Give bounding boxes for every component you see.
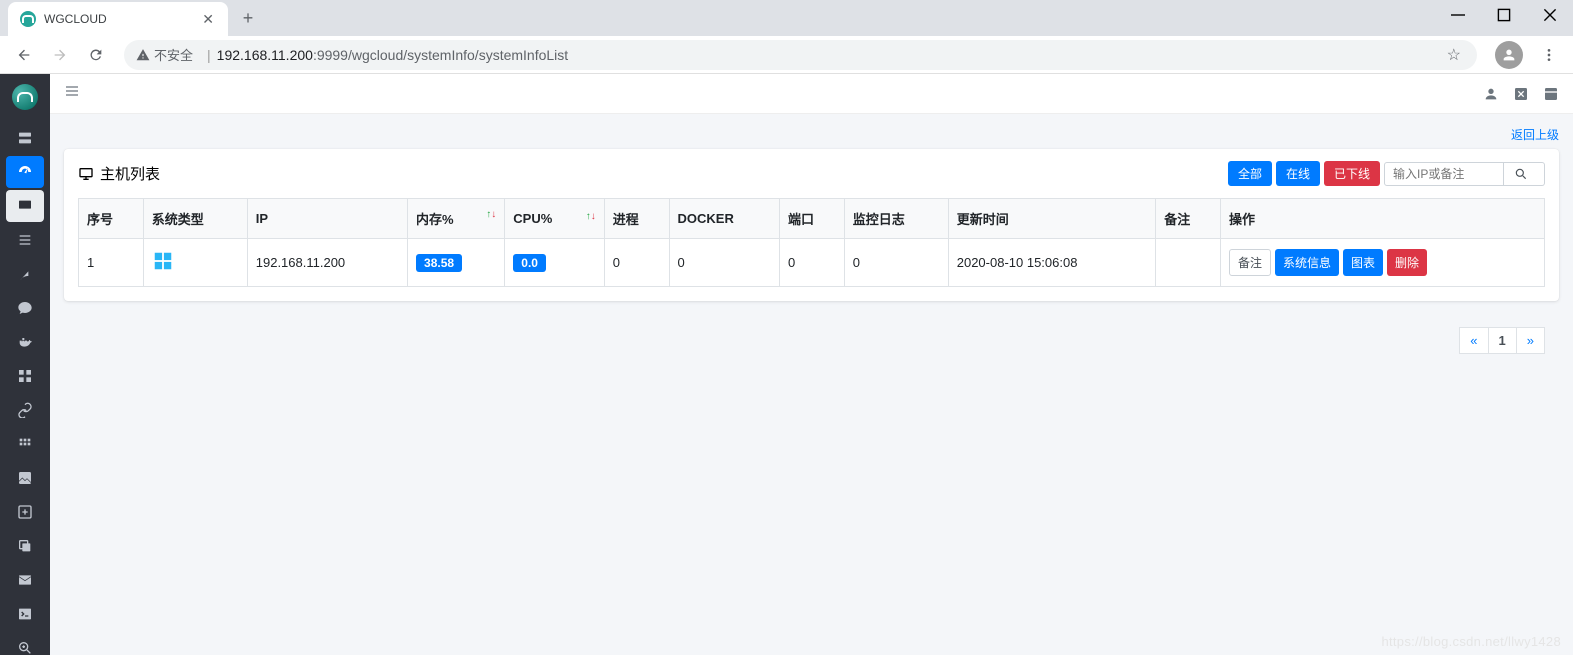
cell-remark [1156, 239, 1221, 287]
th-os-type: 系统类型 [143, 199, 247, 239]
cell-process: 0 [604, 239, 669, 287]
browser-tab[interactable]: WGCLOUD ✕ [8, 2, 228, 36]
topbar-user-icon[interactable] [1483, 86, 1499, 102]
page-number[interactable]: 1 [1488, 327, 1517, 354]
cell-ip: 192.168.11.200 [247, 239, 407, 287]
browser-menu-button[interactable] [1533, 47, 1565, 63]
sidebar-item-dashboard[interactable] [6, 156, 44, 188]
tab-title: WGCLOUD [44, 12, 200, 26]
card-title: 主机列表 [100, 163, 160, 184]
delete-button[interactable]: 删除 [1387, 249, 1427, 276]
sidebar-item-grid[interactable] [6, 360, 44, 392]
return-link-row: 返回上级 [64, 126, 1559, 143]
sort-icon: ↑↓ [486, 209, 496, 220]
cell-memory: 38.58 [408, 239, 505, 287]
host-table: 序号 系统类型 IP 内存%↑↓ CPU%↑↓ 进程 DOCKER 端口 监控日… [78, 198, 1545, 287]
sidebar-logo[interactable] [0, 74, 50, 120]
cell-cpu: 0.0 [505, 239, 604, 287]
chart-button[interactable]: 图表 [1343, 249, 1383, 276]
browser-toolbar: 不安全 | 192.168.11.200:9999/wgcloud/system… [0, 36, 1573, 74]
monitor-icon [78, 166, 94, 182]
sidebar-item-leaf[interactable] [6, 258, 44, 290]
return-link[interactable]: 返回上级 [1511, 128, 1559, 142]
window-close-button[interactable] [1527, 0, 1573, 30]
cell-log: 0 [844, 239, 948, 287]
sidebar-item-copy[interactable] [6, 530, 44, 562]
th-update-time: 更新时间 [948, 199, 1155, 239]
sidebar-item-chat[interactable] [6, 292, 44, 324]
sidebar-item-host[interactable] [6, 190, 44, 222]
search-input[interactable] [1384, 162, 1504, 186]
insecure-site-icon: 不安全 [136, 45, 193, 64]
cell-seq: 1 [79, 239, 144, 287]
th-remark: 备注 [1156, 199, 1221, 239]
insecure-label: 不安全 [154, 45, 193, 64]
window-controls [1435, 0, 1573, 30]
url-bar[interactable]: 不安全 | 192.168.11.200:9999/wgcloud/system… [124, 40, 1477, 70]
page-next[interactable]: » [1516, 327, 1545, 354]
topbar-expand-icon[interactable] [1543, 86, 1559, 102]
cell-os-type [143, 239, 247, 287]
profile-avatar-button[interactable] [1495, 41, 1523, 69]
filter-all-button[interactable]: 全部 [1228, 161, 1272, 186]
filter-offline-button[interactable]: 已下线 [1324, 161, 1380, 186]
page-prev[interactable]: « [1459, 327, 1488, 354]
window-minimize-button[interactable] [1435, 0, 1481, 30]
table-header-row: 序号 系统类型 IP 内存%↑↓ CPU%↑↓ 进程 DOCKER 端口 监控日… [79, 199, 1545, 239]
new-tab-button[interactable]: + [234, 4, 262, 32]
search-button[interactable] [1504, 162, 1545, 186]
th-docker: DOCKER [669, 199, 779, 239]
browser-tab-strip: WGCLOUD ✕ + [0, 0, 1573, 36]
sidebar-item-link[interactable] [6, 394, 44, 426]
browser-forward-button[interactable] [44, 39, 76, 71]
host-list-card: 主机列表 全部 在线 已下线 [64, 149, 1559, 301]
table-row: 1 192.168.11.200 [79, 239, 1545, 287]
window-maximize-button[interactable] [1481, 0, 1527, 30]
topbar-close-icon[interactable] [1513, 86, 1529, 102]
th-port: 端口 [779, 199, 844, 239]
card-header: 主机列表 全部 在线 已下线 [64, 149, 1559, 198]
sidebar-toggle-icon[interactable] [64, 83, 80, 104]
bookmark-star-icon[interactable]: ☆ [1443, 45, 1465, 65]
system-info-button[interactable]: 系统信息 [1275, 249, 1339, 276]
cell-update-time: 2020-08-10 15:06:08 [948, 239, 1155, 287]
sidebar-item-mail[interactable] [6, 564, 44, 596]
th-memory[interactable]: 内存%↑↓ [408, 199, 505, 239]
close-tab-icon[interactable]: ✕ [200, 11, 216, 28]
sidebar-item-server[interactable] [6, 122, 44, 154]
th-ip: IP [247, 199, 407, 239]
cell-docker: 0 [669, 239, 779, 287]
windows-os-icon [152, 250, 174, 272]
cell-action: 备注 系统信息 图表 删除 [1220, 239, 1544, 287]
cell-port: 0 [779, 239, 844, 287]
pagination: « 1 » [64, 315, 1559, 366]
sidebar-item-zoom[interactable] [6, 632, 44, 655]
th-cpu[interactable]: CPU%↑↓ [505, 199, 604, 239]
sidebar-item-add[interactable] [6, 496, 44, 528]
browser-back-button[interactable] [8, 39, 40, 71]
th-log: 监控日志 [844, 199, 948, 239]
app-sidebar [0, 74, 50, 655]
sidebar-item-apps[interactable] [6, 428, 44, 460]
sort-icon: ↑↓ [586, 211, 596, 222]
sidebar-item-terminal[interactable] [6, 598, 44, 630]
browser-reload-button[interactable] [80, 39, 112, 71]
main-content: 返回上级 主机列表 全部 在线 已下线 [50, 74, 1573, 655]
th-process: 进程 [604, 199, 669, 239]
sidebar-item-image[interactable] [6, 462, 44, 494]
tab-favicon [20, 11, 36, 27]
th-action: 操作 [1220, 199, 1544, 239]
th-seq: 序号 [79, 199, 144, 239]
remark-button[interactable]: 备注 [1229, 249, 1271, 276]
app-topbar [50, 74, 1573, 114]
card-body: 序号 系统类型 IP 内存%↑↓ CPU%↑↓ 进程 DOCKER 端口 监控日… [64, 198, 1559, 301]
filter-online-button[interactable]: 在线 [1276, 161, 1320, 186]
sidebar-item-docker[interactable] [6, 326, 44, 358]
url-text: 192.168.11.200:9999/wgcloud/systemInfo/s… [217, 47, 1443, 63]
sidebar-item-list[interactable] [6, 224, 44, 256]
